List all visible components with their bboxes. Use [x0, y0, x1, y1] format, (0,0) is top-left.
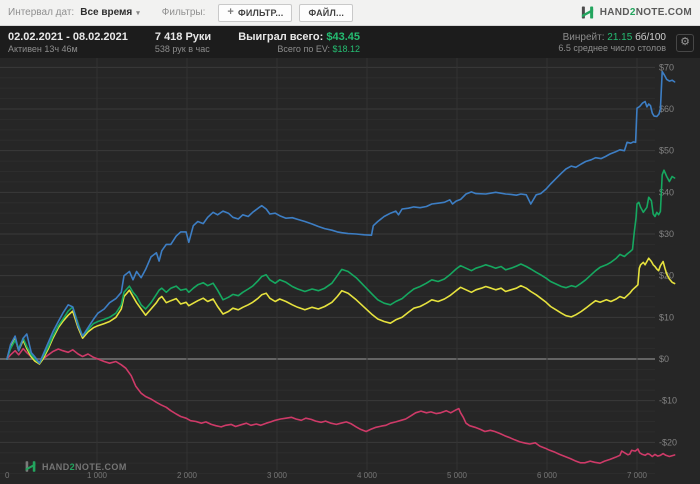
- svg-text:$70: $70: [659, 62, 674, 72]
- won-total: Выиграл всего: $43.45: [238, 30, 361, 43]
- svg-text:$10: $10: [659, 312, 674, 322]
- stat-winnings: Выиграл всего: $43.45 Всего по EV: $18.1…: [238, 29, 360, 56]
- file-button[interactable]: ФАЙЛ...: [299, 3, 354, 22]
- plus-icon: +: [227, 6, 234, 18]
- winrate: Винрейт: 21.15 бб/100: [562, 31, 666, 43]
- ev-total: Всего по EV: $18.12: [277, 43, 361, 54]
- svg-text:1 000: 1 000: [87, 471, 108, 480]
- chart-area: 0 1 000 2 000 3 000 4 000 5 000 6 000 7 000 $70 $…: [0, 58, 700, 484]
- toolbar: Интервал дат: Все время ▾ Фильтры: + ФИЛ…: [0, 0, 700, 26]
- svg-text:$0: $0: [659, 354, 669, 364]
- date-interval-value: Все время: [80, 7, 133, 18]
- stats-bar: 02.02.2021 - 08.02.2021 Активен 13ч 46м …: [0, 26, 700, 58]
- stat-date-range: 02.02.2021 - 08.02.2021 Активен 13ч 46м: [8, 29, 128, 56]
- hand2note-logo[interactable]: HAND2NOTE.COM: [580, 5, 692, 20]
- gear-icon: ⚙: [680, 36, 690, 48]
- hands-per-hour: 538 рук в час: [154, 43, 210, 54]
- svg-text:6 000: 6 000: [537, 471, 558, 480]
- svg-text:-$10: -$10: [659, 396, 677, 406]
- add-filter-button[interactable]: + ФИЛЬТР...: [218, 3, 293, 22]
- date-interval-label: Интервал дат:: [8, 7, 75, 18]
- stat-winrate: Винрейт: 21.15 бб/100 6.5 среднее число …: [558, 29, 666, 56]
- hands-count: 7 418 Руки: [154, 30, 212, 43]
- winnings-graph-plot[interactable]: 0 1 000 2 000 3 000 4 000 5 000 6 000 7 000 $70 $…: [0, 58, 700, 484]
- svg-text:0: 0: [5, 471, 10, 480]
- green-line: [6, 169, 676, 365]
- svg-text:3 000: 3 000: [267, 471, 288, 480]
- h2n-logo-icon: [581, 6, 593, 19]
- avg-tables: 6.5 среднее число столов: [558, 42, 666, 53]
- svg-text:2 000: 2 000: [177, 471, 198, 480]
- date-range-value: 02.02.2021 - 08.02.2021: [8, 30, 128, 43]
- chevron-down-icon: ▾: [136, 9, 140, 17]
- date-interval-dropdown[interactable]: Все время ▾: [80, 7, 140, 18]
- blue-line: [6, 70, 676, 365]
- svg-text:5 000: 5 000: [447, 471, 468, 480]
- svg-text:$30: $30: [659, 229, 674, 239]
- svg-text:-$20: -$20: [659, 437, 677, 447]
- stat-hands: 7 418 Руки 538 рук в час: [155, 29, 211, 56]
- settings-button[interactable]: ⚙: [676, 33, 694, 52]
- svg-text:7 000: 7 000: [627, 471, 648, 480]
- hand2note-graph-window: Интервал дат: Все время ▾ Фильтры: + ФИЛ…: [0, 0, 700, 484]
- active-time: Активен 13ч 46м: [8, 43, 78, 54]
- svg-text:4 000: 4 000: [357, 471, 378, 480]
- filters-label: Фильтры:: [161, 7, 206, 18]
- svg-text:$50: $50: [659, 146, 674, 156]
- red-line: [6, 347, 676, 465]
- brand-text: HAND2NOTE.COM: [599, 7, 692, 18]
